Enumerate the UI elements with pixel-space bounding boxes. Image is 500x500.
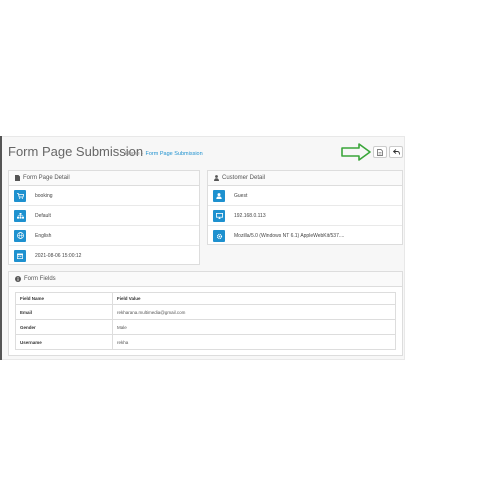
user-icon bbox=[214, 175, 219, 181]
customer-value: Guest bbox=[234, 192, 248, 199]
table-row: Gender Male bbox=[15, 319, 396, 335]
list-item: 192.168.0.113 bbox=[208, 206, 402, 226]
globe-icon bbox=[14, 229, 26, 242]
form-fields-table: Field Name Field Value Email rekharana.m… bbox=[15, 292, 396, 350]
table-row: Username rekha bbox=[15, 334, 396, 350]
form-fields-heading: Form Fields bbox=[9, 272, 402, 287]
page-edge bbox=[0, 136, 2, 360]
field-name-cell: Email bbox=[15, 304, 113, 320]
field-value-cell: rekha bbox=[112, 334, 396, 350]
panel-title: Form Page Detail bbox=[23, 175, 70, 181]
breadcrumb-separator: › bbox=[141, 151, 144, 157]
export-button[interactable] bbox=[373, 146, 387, 158]
list-item: Guest bbox=[208, 186, 402, 206]
table-header-row: Field Name Field Value bbox=[15, 292, 396, 305]
file-icon bbox=[377, 148, 383, 156]
list-item: Mozilla/5.0 (Windows NT 6.1) AppleWebKit… bbox=[208, 226, 402, 246]
page-title: Form Page Submission bbox=[8, 144, 144, 159]
annotation-arrow-icon bbox=[341, 143, 371, 161]
panel-title: Form Fields bbox=[24, 276, 56, 282]
column-header-field-name: Field Name bbox=[15, 292, 113, 305]
column-header-field-value: Field Value bbox=[112, 292, 396, 305]
layout-value: Default bbox=[35, 212, 51, 219]
reply-icon bbox=[392, 149, 400, 155]
calendar-icon bbox=[14, 250, 26, 262]
list-item: Default bbox=[9, 206, 199, 226]
list-item: 2021-08-06 15:00:12 bbox=[9, 246, 199, 266]
panel-title: Customer Detail bbox=[222, 175, 266, 181]
field-name-cell: Gender bbox=[15, 319, 113, 335]
user-agent-value: Mozilla/5.0 (Windows NT 6.1) AppleWebKit… bbox=[234, 233, 345, 239]
ip-value: 192.168.0.113 bbox=[234, 212, 266, 219]
list-item: English bbox=[9, 226, 199, 246]
sitemap-icon bbox=[14, 209, 26, 222]
form-page-detail-panel: Form Page Detail booking Default English… bbox=[8, 170, 200, 265]
info-icon bbox=[15, 276, 21, 282]
date-added-value: 2021-08-06 15:00:12 bbox=[35, 253, 82, 259]
breadcrumb: Home › Form Page Submission bbox=[125, 151, 203, 157]
field-value-cell: Male bbox=[112, 319, 396, 335]
user-icon bbox=[213, 189, 225, 202]
gear-icon bbox=[213, 230, 225, 242]
list-item: booking bbox=[9, 186, 199, 206]
breadcrumb-home-link[interactable]: Home bbox=[125, 151, 140, 157]
file-icon bbox=[15, 175, 20, 181]
table-row: Email rekharana.multimedia@gmail.com bbox=[15, 304, 396, 320]
customer-detail-panel: Customer Detail Guest 192.168.0.113 Mozi… bbox=[207, 170, 403, 245]
back-button[interactable] bbox=[389, 146, 403, 158]
shopping-cart-icon bbox=[14, 189, 26, 202]
desktop-icon bbox=[213, 209, 225, 222]
form-page-detail-heading: Form Page Detail bbox=[9, 171, 199, 186]
language-value: English bbox=[35, 232, 52, 239]
store-value: booking bbox=[35, 192, 53, 199]
breadcrumb-current-link[interactable]: Form Page Submission bbox=[146, 151, 203, 157]
field-value-cell: rekharana.multimedia@gmail.com bbox=[112, 304, 396, 320]
form-fields-panel: Form Fields Field Name Field Value Email… bbox=[8, 271, 403, 356]
field-name-cell: Username bbox=[15, 334, 113, 350]
customer-detail-heading: Customer Detail bbox=[208, 171, 402, 186]
